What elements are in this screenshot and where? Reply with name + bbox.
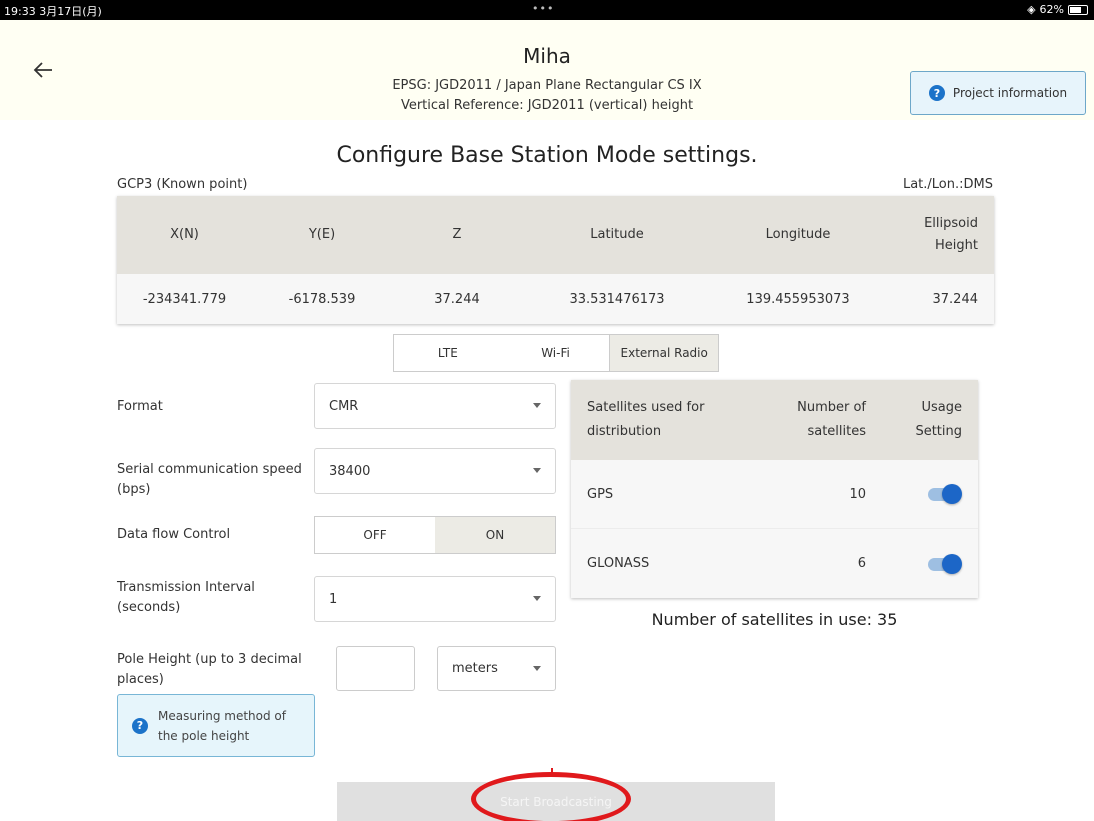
- status-right: ◈ 62%: [1027, 3, 1088, 16]
- pole-height-line2: places): [117, 672, 164, 687]
- data-flow-off-button[interactable]: OFF: [315, 517, 435, 553]
- chevron-down-icon: [533, 596, 541, 601]
- page-heading: Configure Base Station Mode settings.: [336, 143, 758, 168]
- annotation-circle: [471, 772, 631, 821]
- data-flow-toggle: OFF ON: [314, 516, 556, 554]
- format-select[interactable]: CMR: [314, 383, 556, 429]
- measuring-method-line2: the pole height: [158, 728, 250, 743]
- satellite-name: GLONASS: [587, 556, 650, 571]
- header-satellites-used: Satellites used for distribution: [571, 396, 736, 444]
- help-icon: ?: [132, 717, 148, 734]
- format-value: CMR: [329, 398, 359, 414]
- header-satellite-count-line2: satellites: [807, 424, 866, 439]
- gps-usage-cell: [866, 484, 978, 504]
- status-bar: 19:33 3月17日(月) ••• ◈ 62%: [0, 0, 1094, 20]
- gcp-table-header: X(N) Y(E) Z Latitude Longitude Ellipsoid…: [117, 196, 994, 274]
- cell-latitude: 33.531476173: [569, 291, 665, 307]
- serial-speed-label-line2: (bps): [117, 482, 151, 497]
- project-title: Miha: [523, 44, 571, 68]
- communication-tabs: LTE Wi-Fi External Radio: [393, 334, 719, 372]
- data-flow-label: Data flow Control: [117, 527, 231, 542]
- table-row: GLONASS 6: [571, 529, 978, 598]
- header-y: Y(E): [308, 227, 336, 242]
- glonass-usage-switch[interactable]: [926, 553, 962, 574]
- transmission-interval-value: 1: [329, 591, 338, 607]
- header-ellipsoid-height: Ellipsoid Height: [884, 213, 994, 257]
- pole-height-label: Pole Height (up to 3 decimal places): [117, 650, 302, 690]
- satellite-table: Satellites used for distribution Number …: [571, 380, 978, 598]
- tab-lte[interactable]: LTE: [394, 335, 502, 371]
- tab-wifi[interactable]: Wi-Fi: [502, 335, 610, 371]
- header-ellipsoid-line1: Ellipsoid: [924, 216, 978, 231]
- cell-x: -234341.779: [142, 291, 227, 307]
- header-x: X(N): [170, 227, 199, 242]
- tab-external-radio[interactable]: External Radio: [609, 335, 719, 371]
- measuring-method-label: Measuring method of the pole height: [158, 706, 286, 746]
- help-icon: ?: [928, 85, 945, 101]
- measuring-method-button[interactable]: ? Measuring method of the pole height: [117, 694, 315, 757]
- format-label: Format: [117, 399, 163, 414]
- cell-longitude: 139.455953073: [746, 291, 850, 307]
- satellite-count: 10: [849, 486, 866, 502]
- serial-speed-value: 38400: [329, 463, 371, 479]
- app-header: Miha EPSG: JGD2011 / Japan Plane Rectang…: [0, 20, 1094, 120]
- header-latitude: Latitude: [590, 227, 644, 242]
- pole-units-select[interactable]: meters: [437, 646, 556, 691]
- cell-y: -6178.539: [288, 291, 356, 307]
- measuring-method-line1: Measuring method of: [158, 708, 286, 723]
- header-z: Z: [452, 227, 462, 242]
- header-usage-line2: Setting: [915, 424, 962, 439]
- status-time: 19:33 3月17日(月): [4, 5, 102, 18]
- transmission-interval-line2: (seconds): [117, 600, 181, 615]
- header-ellipsoid-line2: Height: [935, 238, 978, 253]
- serial-speed-label: Serial communication speed (bps): [117, 460, 302, 500]
- header-longitude: Longitude: [765, 227, 831, 242]
- chevron-down-icon: [533, 403, 541, 408]
- header-usage-setting: Usage Setting: [866, 396, 978, 444]
- table-row: GPS 10: [571, 460, 978, 529]
- battery-percent: 62%: [1039, 3, 1064, 16]
- header-satellite-count-line1: Number of: [797, 400, 866, 415]
- transmission-interval-line1: Transmission Interval: [117, 580, 255, 595]
- satellite-name: GPS: [587, 486, 614, 502]
- satellite-table-header: Satellites used for distribution Number …: [571, 380, 978, 460]
- latlon-format-label: Lat./Lon.:DMS: [902, 177, 993, 192]
- pole-height-line1: Pole Height (up to 3 decimal: [117, 652, 302, 667]
- gcp-label: GCP3 (Known point): [117, 177, 248, 192]
- transmission-interval-select[interactable]: 1: [314, 576, 556, 622]
- project-information-label: Project information: [952, 86, 1068, 100]
- pole-units-value: meters: [452, 661, 498, 676]
- glonass-usage-cell: [866, 553, 978, 574]
- cell-z: 37.244: [434, 291, 480, 307]
- transmission-interval-label: Transmission Interval (seconds): [117, 578, 255, 618]
- data-flow-on-button[interactable]: ON: [435, 517, 555, 553]
- header-usage-line1: Usage: [921, 400, 962, 415]
- header-satellites-used-line1: Satellites used for: [587, 400, 705, 415]
- cell-ellipsoid-height: 37.244: [932, 291, 979, 307]
- gcp-table: X(N) Y(E) Z Latitude Longitude Ellipsoid…: [117, 196, 994, 324]
- project-information-button[interactable]: ? Project information: [910, 71, 1086, 115]
- satellite-count: 6: [857, 556, 866, 571]
- serial-speed-select[interactable]: 38400: [314, 448, 556, 494]
- battery-icon: [1068, 4, 1088, 15]
- gps-usage-switch[interactable]: [926, 484, 962, 504]
- chevron-down-icon: [533, 468, 541, 473]
- header-satellite-count: Number of satellites: [736, 396, 866, 444]
- chevron-down-icon: [533, 666, 541, 671]
- multitask-dots: •••: [532, 2, 555, 15]
- serial-speed-label-line1: Serial communication speed: [117, 462, 302, 477]
- satellites-in-use-label: Number of satellites in use: 35: [651, 610, 898, 629]
- table-row: -234341.779 -6178.539 37.244 33.53147617…: [117, 274, 994, 324]
- wifi-icon: ◈: [1027, 3, 1036, 16]
- pole-height-input[interactable]: [336, 646, 415, 691]
- header-satellites-used-line2: distribution: [587, 424, 662, 439]
